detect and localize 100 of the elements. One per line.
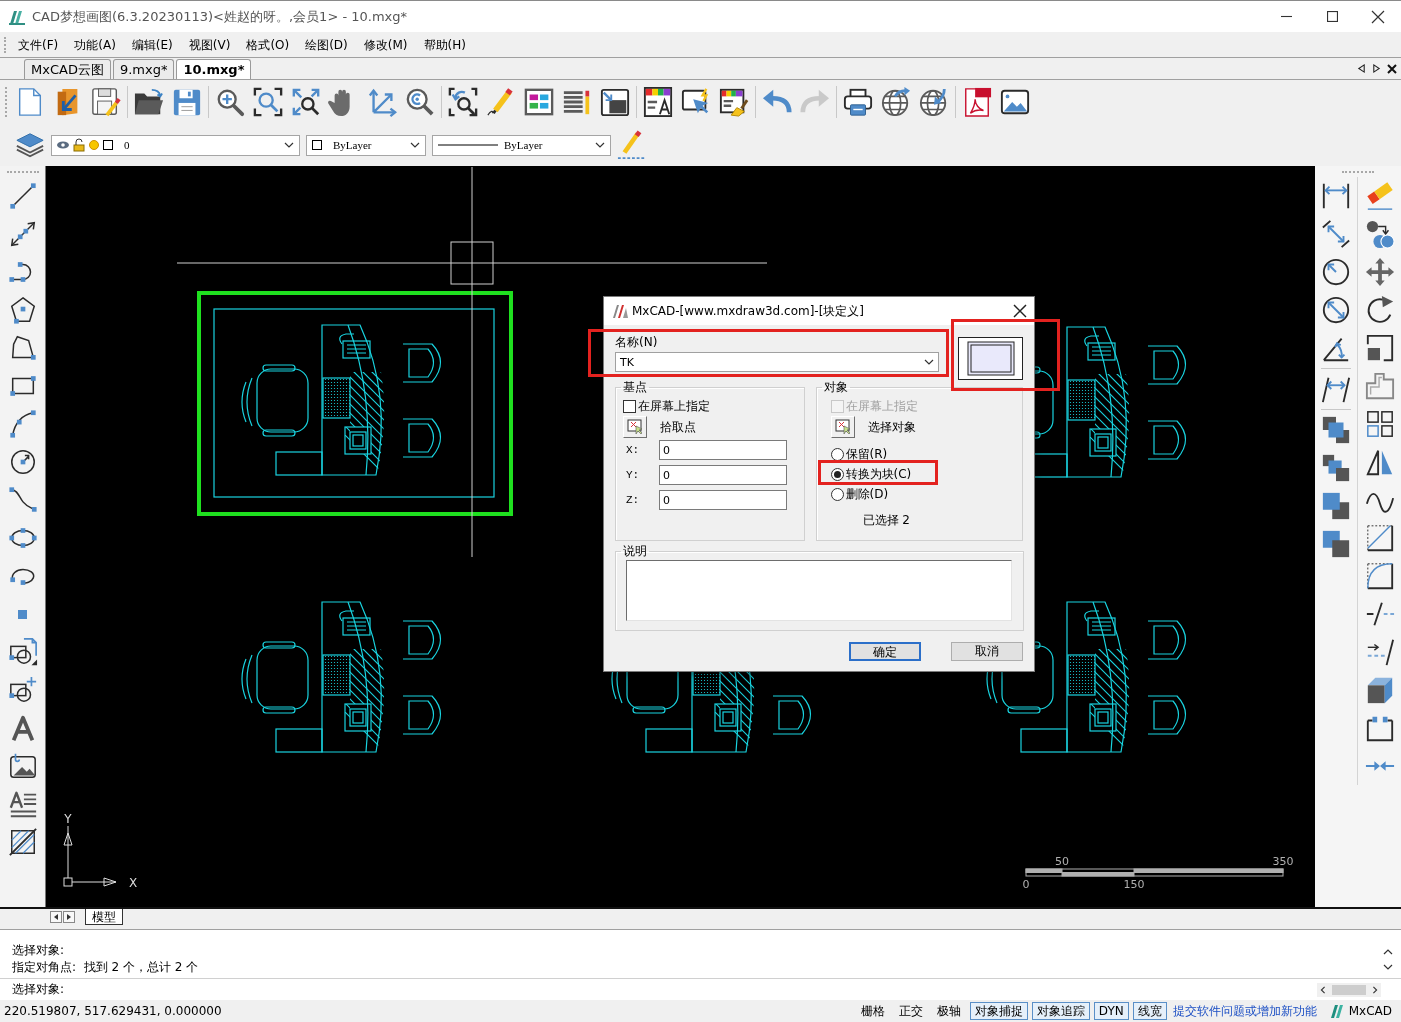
layer-dropdown[interactable]: 0 [51,134,300,156]
spline-icon[interactable] [7,485,38,515]
save-icon[interactable] [91,87,121,117]
linetype-dropdown[interactable]: ByLayer [432,134,611,156]
feedback-link[interactable]: 提交软件问题或增加新功能 [1172,1002,1317,1020]
close-icon[interactable] [1387,63,1397,74]
array-grid-icon[interactable] [1364,409,1395,439]
brush-icon[interactable] [719,87,749,117]
status-toggle[interactable]: 正交 [893,1002,928,1020]
menu-item[interactable]: 功能(A) [66,34,124,55]
checkbox-label: 在屏幕上指定 [845,399,918,413]
status-toggle[interactable]: 对象追踪 [1031,1002,1090,1020]
document-tab[interactable]: MxCAD云图 [24,59,111,79]
scroll-right-icon[interactable] [63,911,75,923]
command-prompt[interactable]: 选择对象: [12,981,65,998]
triangle-left-icon[interactable] [1357,64,1366,73]
scale-label: 0 [1022,878,1030,891]
overlapping-squares-icon[interactable] [1321,415,1351,445]
mirror-icon[interactable] [1364,447,1395,477]
menu-item[interactable]: 帮助(H) [415,34,474,55]
select-objects-button[interactable] [830,416,855,438]
axes-icon[interactable] [367,87,397,117]
maximize-icon[interactable] [1326,11,1338,22]
fillet-icon[interactable] [1364,561,1395,591]
insert-image-icon[interactable] [7,751,38,781]
menu-item[interactable]: 文件(F) [10,34,67,55]
document-tab[interactable]: 9.mxg* [112,59,175,79]
create-block-icon[interactable] [7,675,38,705]
chevron-down-icon [924,357,935,367]
aligned-dimension-icon[interactable] [1321,219,1351,249]
zoom-icon[interactable] [405,87,435,117]
color-dropdown[interactable]: ByLayer [306,134,426,156]
hatch-icon[interactable] [7,827,38,857]
linear-dimension-icon[interactable] [1321,181,1351,211]
status-toggle[interactable]: 极轴 [931,1002,966,1020]
zoom-window-icon[interactable] [253,87,283,117]
radius-dimension-icon[interactable] [1321,257,1351,287]
offset-icon[interactable] [1364,371,1395,401]
status-toggle[interactable]: 栅格 [855,1002,890,1020]
overlapping-squares-icon[interactable] [1321,529,1351,559]
zoom-extents-icon[interactable] [291,87,321,117]
scale-icon[interactable] [1364,333,1395,363]
radio-button[interactable] [830,467,844,481]
coordinate-field[interactable]: 0 [659,465,787,485]
close-icon[interactable] [1372,10,1384,23]
arc-icon[interactable] [7,409,38,439]
layout-tab[interactable]: 模型 [85,909,123,925]
document-tab[interactable]: 10.mxg* [176,59,252,79]
triangle-right-icon[interactable] [1372,64,1381,73]
menu-item[interactable]: 视图(V) [180,34,239,55]
coordinate-field[interactable]: 0 [659,490,787,510]
scrollbar[interactable] [1317,982,1381,997]
match-properties-icon[interactable] [600,87,630,117]
insert-block-icon[interactable] [7,637,38,667]
chamfer-icon[interactable] [1364,523,1395,553]
printer-icon[interactable] [843,87,873,117]
radio-button[interactable] [830,487,844,501]
image-icon[interactable] [1000,87,1030,117]
open-folder-icon[interactable] [134,87,164,117]
copy-icon[interactable] [1364,219,1395,249]
command-history-line: 指定对角点: 找到 2 个，总计 2 个 [12,959,199,976]
pick-point-button[interactable] [623,416,647,438]
point-icon[interactable] [18,609,27,619]
layers-icon[interactable] [15,130,45,160]
eraser-icon[interactable] [1364,181,1395,211]
diameter-dimension-icon[interactable] [1321,295,1351,325]
block-name-dropdown[interactable]: TK [615,352,940,372]
pencil-icon[interactable] [617,130,647,160]
pdf-icon[interactable] [962,87,992,117]
menu-item[interactable]: 绘图(D) [297,34,356,55]
scroll-down-icon[interactable] [1383,962,1393,972]
move-arrows-icon[interactable] [1364,257,1395,287]
scroll-up-icon[interactable] [1383,947,1393,957]
dialog-button[interactable]: 确定 [849,642,921,661]
status-toggle[interactable]: DYN [1093,1002,1129,1020]
scroll-left-icon [1319,985,1327,994]
globe-upload-icon[interactable] [881,87,911,117]
menu-item[interactable]: 修改(M) [355,34,416,55]
pencil-icon[interactable] [486,87,516,117]
zoom-in-icon[interactable] [215,87,245,117]
coordinate-field[interactable]: 0 [659,440,787,460]
scroll-left-icon[interactable] [50,911,62,923]
status-toggle[interactable]: 线宽 [1132,1002,1167,1020]
description-field[interactable] [626,560,1012,621]
zoom-previous-icon[interactable] [448,87,478,117]
close-icon[interactable] [1014,305,1026,317]
radio-button[interactable] [830,447,844,461]
menu-item[interactable]: 编辑(E) [123,34,181,55]
lock-icon [73,139,85,151]
menu-item[interactable]: 格式(O) [238,34,298,55]
status-toggle[interactable]: 对象捕捉 [969,1002,1028,1020]
globe-download-icon[interactable] [919,87,949,117]
dialog-button[interactable]: 取消 [951,642,1023,661]
color-grid-icon[interactable] [524,87,554,117]
overlapping-squares-icon[interactable] [1321,453,1351,483]
text-style-icon[interactable] [643,87,673,117]
checkbox[interactable] [623,399,636,413]
overlapping-squares-icon[interactable] [1321,491,1351,521]
line-icon[interactable] [7,181,38,211]
paragraph-text-icon[interactable] [7,789,38,819]
